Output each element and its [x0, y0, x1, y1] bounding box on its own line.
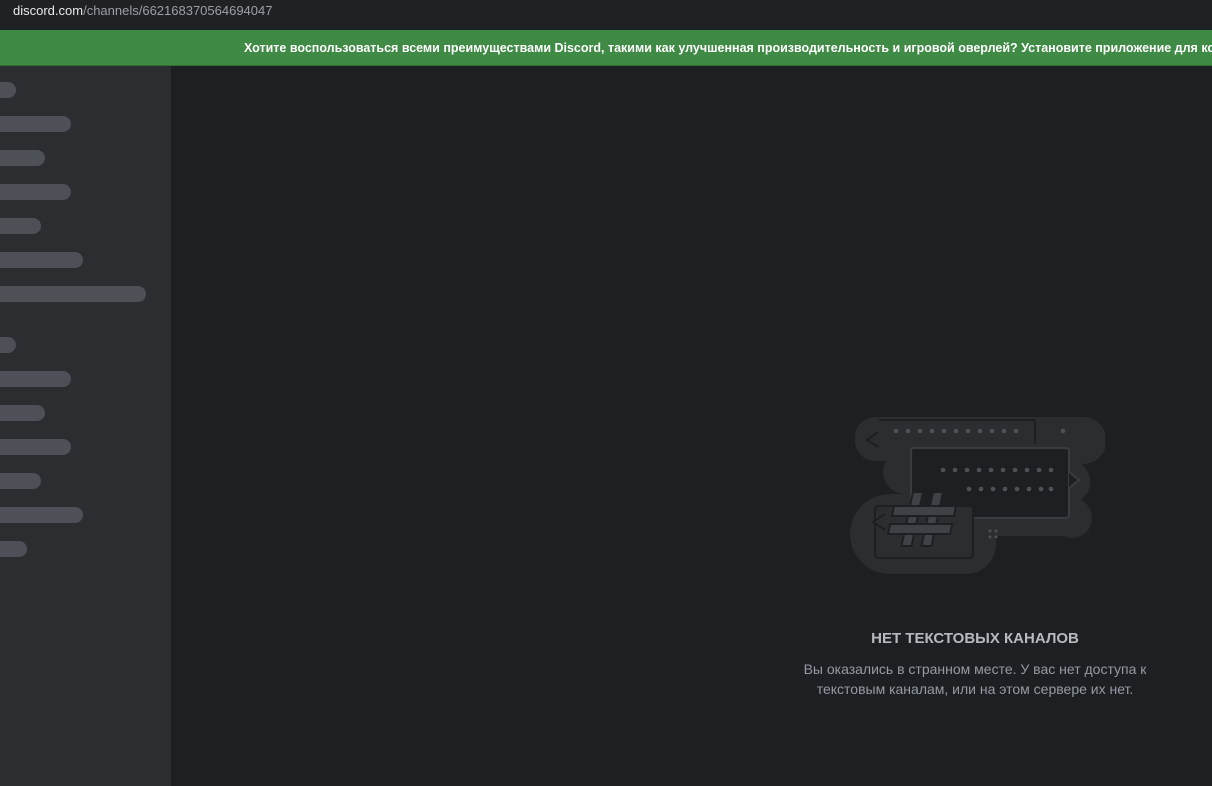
sidebar-placeholder	[0, 541, 27, 557]
empty-state-title: НЕТ ТЕКСТОВЫХ КАНАЛОВ	[871, 630, 1079, 647]
url-path: /channels/662168370564694047	[83, 3, 273, 18]
sidebar-placeholder	[0, 184, 71, 200]
sidebar-placeholder	[0, 82, 16, 98]
sidebar-placeholder	[0, 116, 71, 132]
sidebar-placeholder	[0, 150, 45, 166]
url-host: discord.com	[13, 3, 84, 18]
sidebar-placeholder	[0, 439, 71, 455]
sidebar-placeholder	[0, 218, 41, 234]
sidebar-placeholder	[0, 507, 83, 523]
sidebar-placeholder	[0, 473, 41, 489]
notice-text: Хотите воспользоваться всеми преимуществ…	[244, 41, 1212, 55]
sidebar-placeholder	[0, 405, 45, 421]
sidebar-placeholder	[0, 286, 146, 302]
empty-state-description: Вы оказались в странном месте. У вас нет…	[803, 661, 1147, 697]
hash-chat-bubbles-icon	[850, 417, 1105, 574]
sidebar-placeholder	[0, 252, 83, 268]
browser-address-bar[interactable]: discord.com/channels/662168370564694047	[0, 0, 1212, 30]
sidebar-placeholder	[0, 337, 16, 353]
install-app-notice: Хотите воспользоваться всеми преимуществ…	[0, 30, 1212, 66]
channel-sidebar	[0, 66, 171, 786]
sidebar-placeholder	[0, 371, 71, 387]
